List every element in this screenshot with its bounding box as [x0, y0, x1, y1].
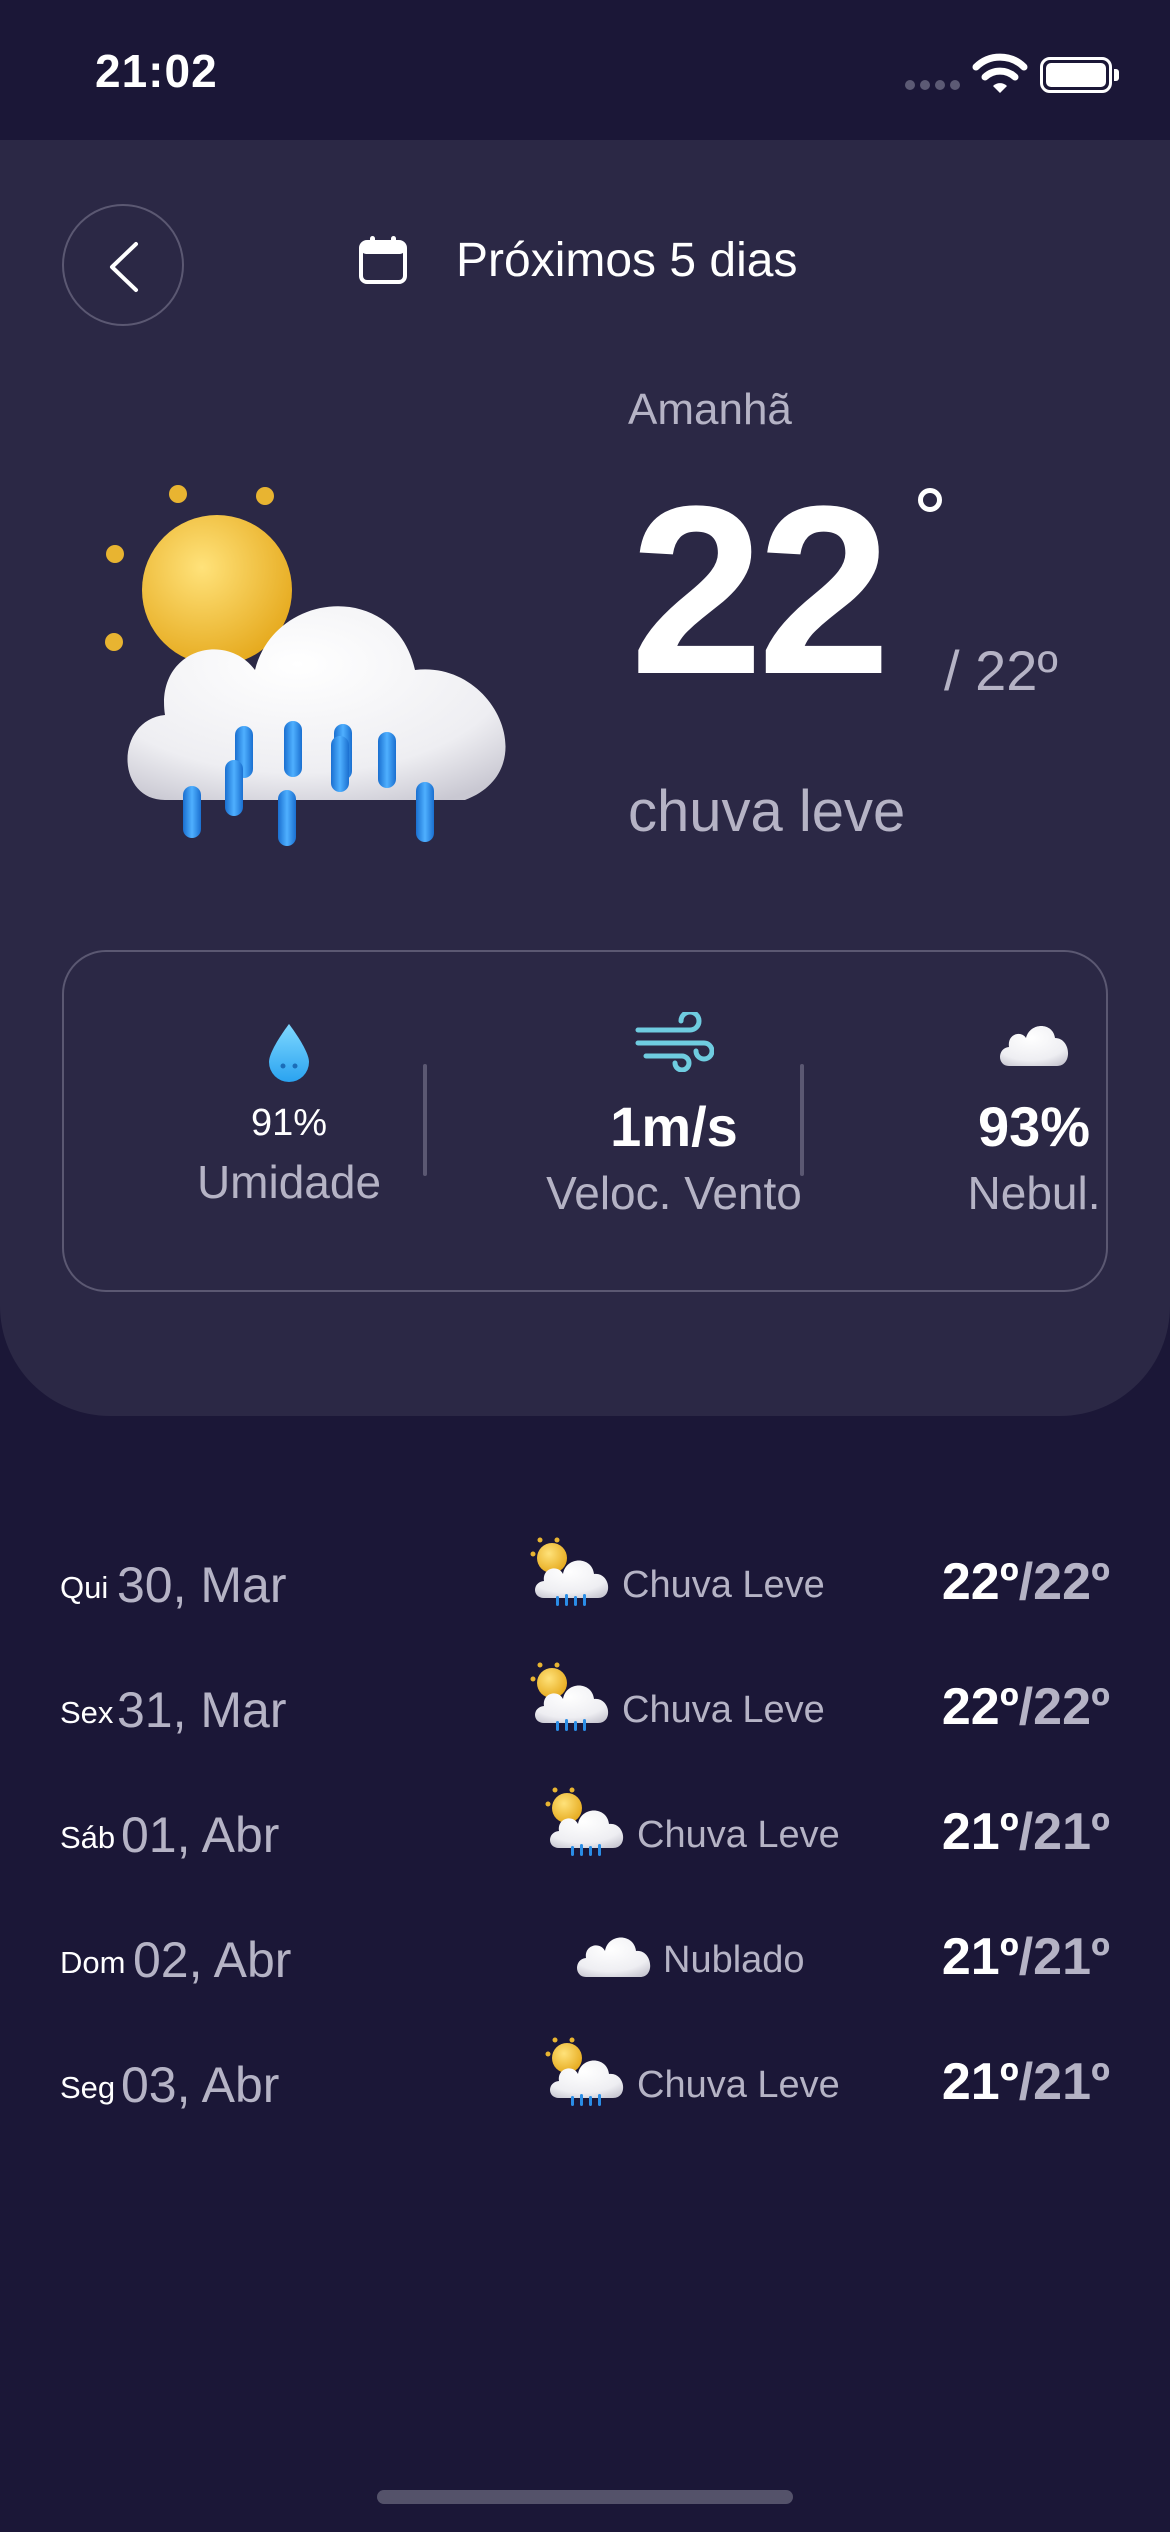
wind-label: Veloc. Vento [546, 1167, 802, 1219]
sun-cloud-rain-icon [530, 1537, 609, 1606]
calendar-icon [359, 236, 407, 284]
forecast-min-temp: 21º [1033, 1928, 1110, 1986]
weather-stats-panel: 91% Umidade 1m/s Veloc. Vento 93% Nebul. [62, 950, 1108, 1292]
home-indicator[interactable] [377, 2490, 793, 2504]
sun-cloud-rain-icon [530, 1662, 609, 1731]
battery-icon [1040, 57, 1119, 93]
humidity-stat: 91% Umidade [124, 952, 454, 1290]
forecast-min-temp: 21º [1033, 1803, 1110, 1861]
temperature-range: / 22º [944, 639, 1058, 702]
sun-cloud-rain-icon [545, 1787, 624, 1856]
humidity-value: 91% [250, 1102, 328, 1144]
forecast-date: 02, Abr [133, 1932, 292, 1988]
forecast-weekday: Dom [60, 1945, 126, 1980]
wifi-icon [972, 53, 1028, 93]
forecast-day-label: Amanhã [628, 385, 792, 434]
forecast-row[interactable]: Dom 02, Abr Nublado 21º/21º [0, 1905, 1170, 2030]
chevron-left-icon [110, 242, 138, 292]
wind-icon [635, 1012, 714, 1072]
cloudiness-stat: 93% Nebul. [884, 952, 1170, 1290]
forecast-weekday: Sex [60, 1695, 114, 1730]
forecast-condition: Nublado [663, 1939, 805, 1981]
forecast-date: 30, Mar [117, 1557, 287, 1613]
forecast-max-temp: 21º [941, 1928, 1019, 1986]
wind-value: 1m/s [610, 1095, 738, 1158]
forecast-max-temp: 22º [941, 1553, 1019, 1611]
forecast-min-temp: 21º [1033, 2053, 1110, 2111]
back-button[interactable] [62, 204, 184, 326]
water-drop-icon [269, 1024, 309, 1082]
cloud-icon [1000, 1026, 1069, 1066]
forecast-row[interactable]: Sáb 01, Abr Chuva Leve 21º/21º [0, 1780, 1170, 1905]
forecast-max-temp: 21º [941, 1803, 1019, 1861]
current-condition: chuva leve [628, 779, 906, 844]
forecast-date: 01, Abr [121, 1807, 280, 1863]
humidity-label: Umidade [196, 1156, 382, 1208]
forecast-temperature: 22º/22º [942, 1552, 1110, 1612]
forecast-date: 31, Mar [117, 1682, 287, 1738]
forecast-weekday: Sáb [60, 1820, 116, 1855]
degree-symbol [918, 488, 942, 512]
sun-cloud-rain-icon [545, 2037, 624, 2106]
cellular-signal-icon [905, 80, 961, 90]
forecast-date: 03, Abr [121, 2057, 280, 2113]
stats-divider [423, 1064, 427, 1176]
cloud-icon [577, 1937, 651, 1977]
forecast-list: Qui 30, Mar Chuva Leve 22º/22º Sex 31, M… [0, 1530, 1170, 2155]
forecast-row[interactable]: Seg 03, Abr Chuva Leve 21º/21º [0, 2030, 1170, 2155]
status-time: 21:02 [95, 45, 218, 97]
forecast-min-temp: 22º [1033, 1553, 1110, 1611]
forecast-temperature: 21º/21º [942, 1802, 1110, 1862]
page-title: Próximos 5 dias [456, 233, 798, 287]
forecast-temperature: 21º/21º [942, 2052, 1110, 2112]
forecast-temperature: 21º/21º [942, 1927, 1110, 1987]
forecast-condition: Chuva Leve [637, 2064, 840, 2106]
temp-separator: / [1018, 1803, 1034, 1861]
forecast-temperature: 22º/22º [942, 1677, 1110, 1737]
current-temperature: 22 [630, 456, 891, 724]
stats-divider [800, 1064, 804, 1176]
status-bar: 21:02 [0, 0, 1170, 140]
forecast-weekday: Qui [60, 1570, 109, 1605]
forecast-weekday: Seg [60, 2070, 116, 2105]
forecast-condition: Chuva Leve [622, 1689, 825, 1731]
forecast-row[interactable]: Qui 30, Mar Chuva Leve 22º/22º [0, 1530, 1170, 1655]
forecast-condition: Chuva Leve [637, 1814, 840, 1856]
temp-separator: / [1018, 2053, 1034, 2111]
page-header: Próximos 5 dias [358, 230, 797, 290]
wind-stat: 1m/s Veloc. Vento [504, 952, 844, 1290]
forecast-max-temp: 22º [941, 1678, 1019, 1736]
forecast-min-temp: 22º [1033, 1678, 1110, 1736]
forecast-condition: Chuva Leve [622, 1564, 825, 1606]
forecast-max-temp: 21º [941, 2053, 1019, 2111]
sun-cloud-rain-icon [105, 485, 506, 846]
temp-separator: / [1018, 1553, 1034, 1611]
cloudiness-value: 93% [977, 1095, 1091, 1158]
temp-separator: / [1018, 1678, 1034, 1736]
forecast-row[interactable]: Sex 31, Mar Chuva Leve 22º/22º [0, 1655, 1170, 1780]
temp-separator: / [1018, 1928, 1034, 1986]
cloudiness-label: Nebul. [967, 1167, 1101, 1219]
